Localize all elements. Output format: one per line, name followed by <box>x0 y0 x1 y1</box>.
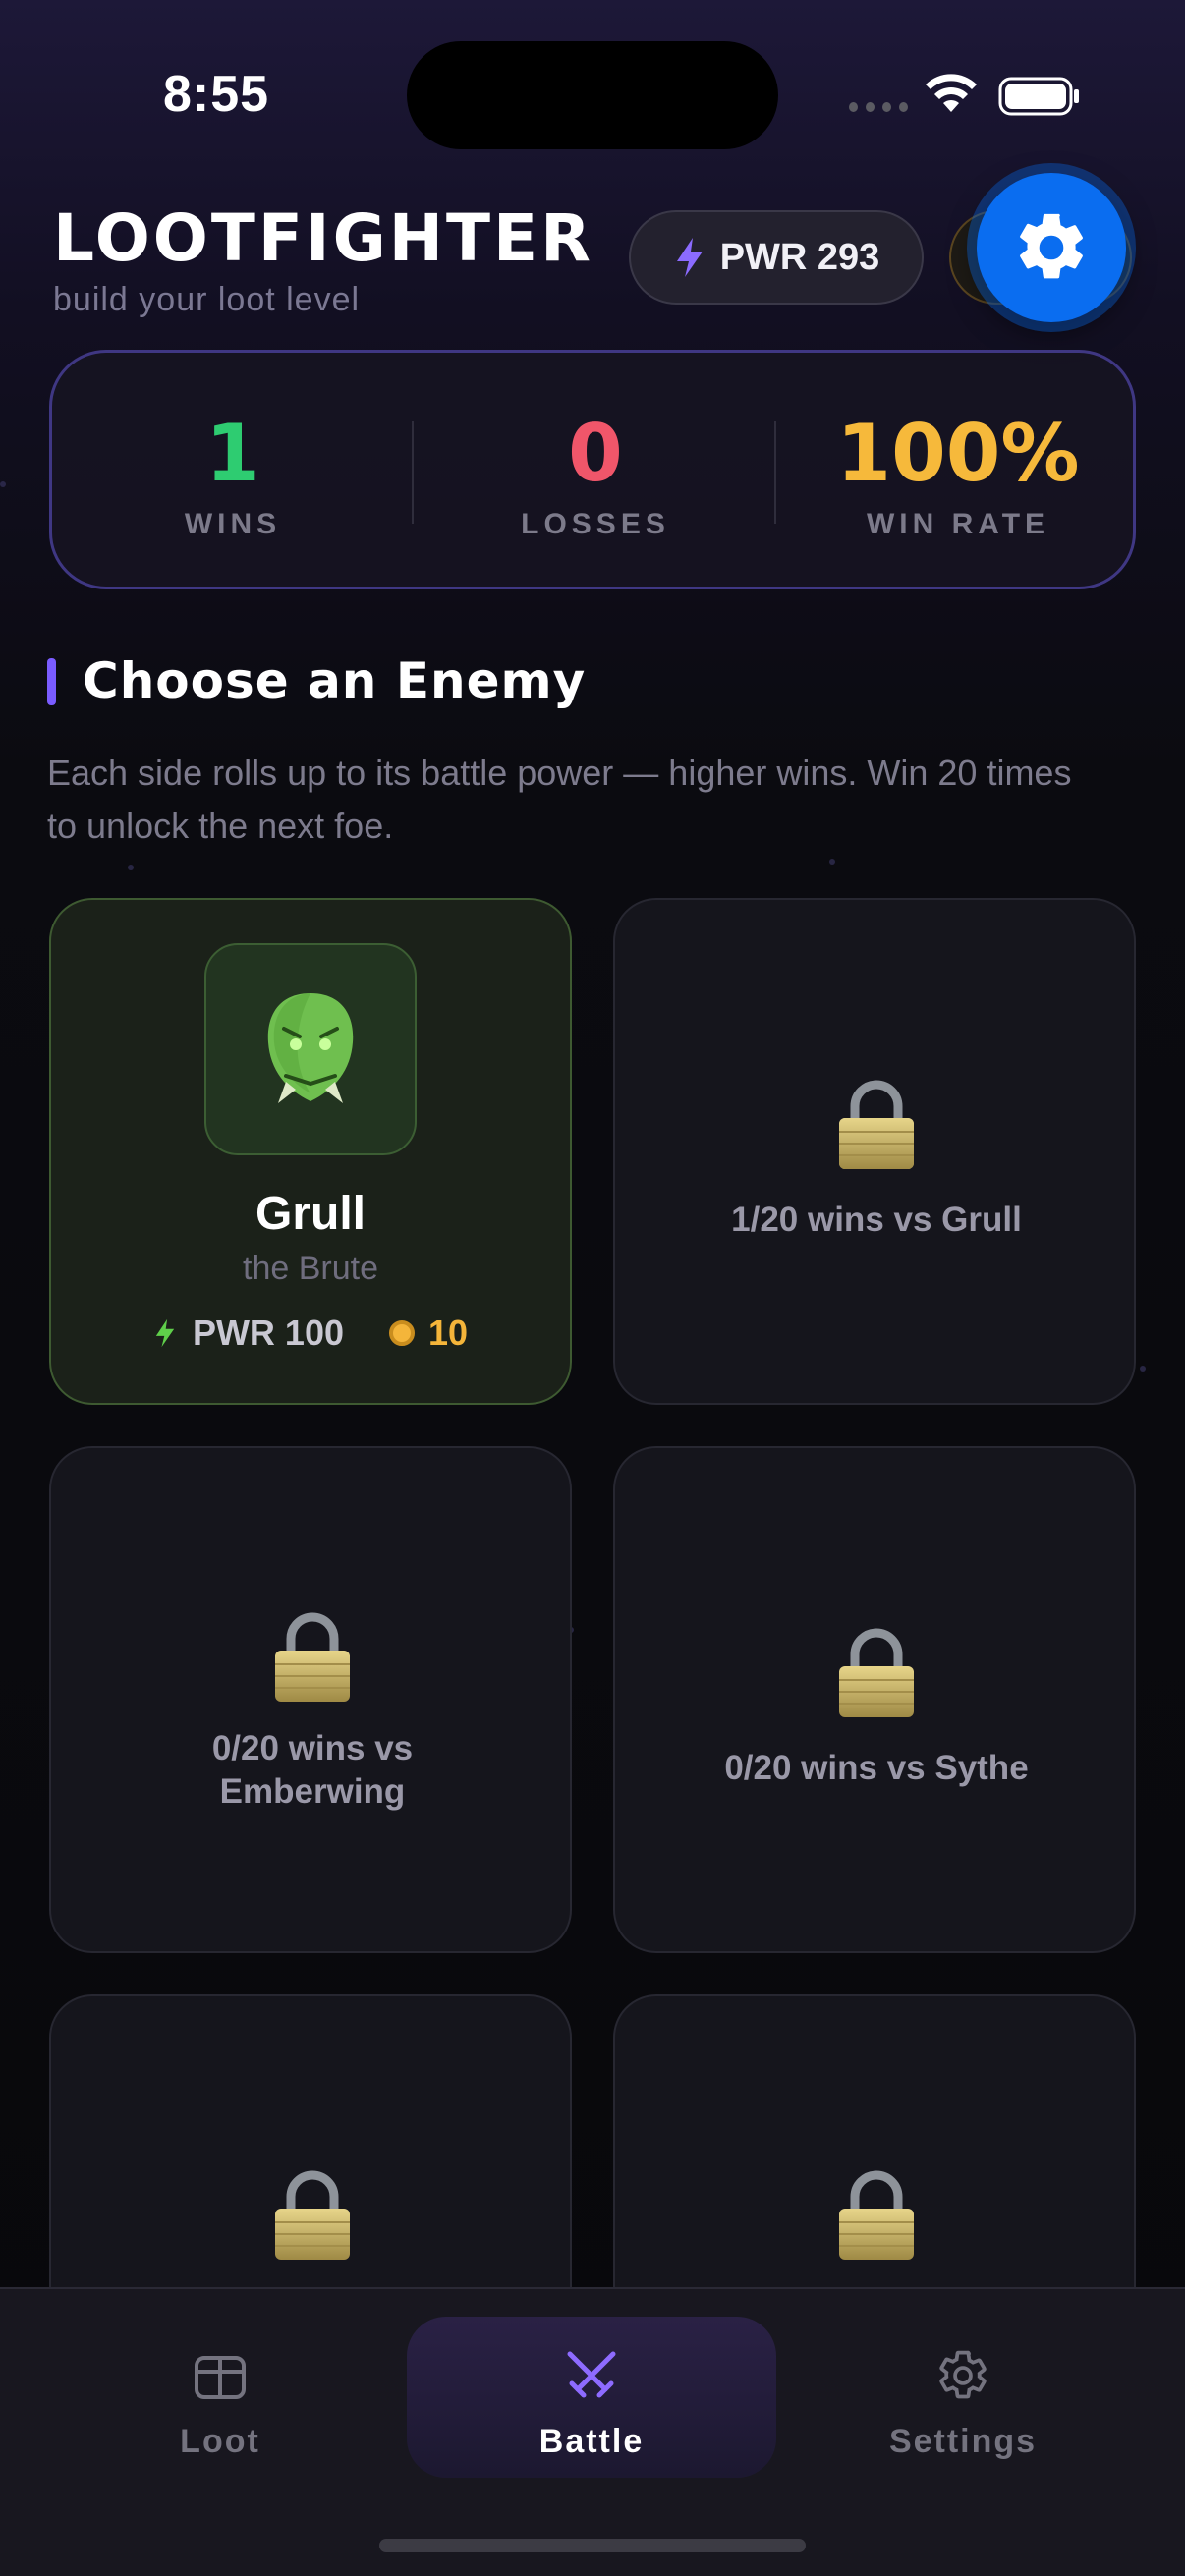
status-bar: 8:55 <box>0 0 1185 167</box>
background-speck <box>1140 1366 1146 1372</box>
losses-label: LOSSES <box>521 508 670 540</box>
wins-stat: 1 WINS <box>52 353 414 587</box>
background-speck <box>829 859 835 865</box>
lock-icon <box>275 2170 350 2260</box>
enemy-avatar <box>204 943 417 1155</box>
gear-icon <box>939 2350 987 2399</box>
win-rate-value: 100% <box>836 408 1080 499</box>
home-indicator[interactable] <box>379 2539 806 2552</box>
power-level-pill: PWR 293 <box>629 210 924 305</box>
wifi-icon <box>926 74 977 112</box>
background-speck <box>0 481 6 487</box>
gear-icon <box>1020 213 1083 279</box>
unlock-progress-text: 0/20 wins vs Sythe <box>724 1749 1029 1787</box>
crossed-swords-icon <box>567 2351 616 2398</box>
tab-battle[interactable]: Battle <box>407 2317 776 2478</box>
enemy-reward: 10 <box>389 1313 468 1354</box>
wins-label: WINS <box>184 508 282 540</box>
background-speck <box>128 865 134 870</box>
tab-label: Loot <box>180 2423 260 2460</box>
losses-stat: 0 LOSSES <box>415 353 776 587</box>
unlock-progress-text: 0/20 wins vs Emberwing <box>211 1729 414 1811</box>
enemy-card-locked[interactable]: 0/20 wins vs Sythe <box>613 1446 1136 1953</box>
dynamic-island <box>407 41 778 149</box>
lightning-bolt-icon <box>155 1318 175 1348</box>
enemy-title: the Brute <box>243 1250 378 1287</box>
battery-icon <box>998 77 1079 116</box>
enemy-stats: PWR 100 10 <box>51 1313 570 1354</box>
stat-divider <box>412 421 414 524</box>
wins-value: 1 <box>205 408 260 499</box>
lightning-bolt-icon <box>676 238 703 277</box>
coin-icon <box>389 1320 415 1346</box>
tab-label: Settings <box>888 2423 1038 2460</box>
win-rate-stat: 100% WIN RATE <box>777 353 1139 587</box>
settings-floating-button[interactable] <box>977 173 1126 322</box>
app-title: LOOTFIGHTER <box>53 200 593 276</box>
section-title: Choose an Enemy <box>83 652 587 709</box>
lock-icon <box>839 1628 914 1717</box>
tab-loot[interactable]: Loot <box>35 2317 405 2478</box>
enemy-power-value: PWR 100 <box>192 1313 344 1353</box>
tab-label: Battle <box>538 2423 645 2460</box>
enemy-power: PWR 100 <box>153 1313 344 1354</box>
battle-stats-card: 1 WINS 0 LOSSES 100% WIN RATE <box>49 350 1136 589</box>
enemy-card-locked[interactable]: 1/20 wins vs Grull <box>613 898 1136 1405</box>
app-subtitle: build your loot level <box>53 281 361 318</box>
power-level-value: PWR 293 <box>719 236 880 278</box>
goblin-icon <box>267 993 354 1103</box>
enemy-card-grull[interactable]: Grull the Brute PWR 100 10 <box>49 898 572 1405</box>
section-description: Each side rolls up to its battle power —… <box>47 753 1072 846</box>
lock-icon <box>839 2170 914 2260</box>
unlock-progress-text: 1/20 wins vs Grull <box>731 1201 1022 1239</box>
tab-settings[interactable]: Settings <box>778 2317 1148 2478</box>
stat-divider <box>774 421 776 524</box>
enemy-name: Grull <box>254 1188 366 1240</box>
status-time: 8:55 <box>163 66 270 123</box>
section-accent-bar <box>47 658 56 705</box>
cube-icon <box>195 2356 246 2399</box>
bottom-tab-bar: Loot Battle Settings <box>0 2287 1185 2576</box>
lock-icon <box>275 1612 350 1702</box>
enemy-card-locked[interactable]: 0/20 wins vs Emberwing <box>49 1446 572 1953</box>
losses-value: 0 <box>568 408 623 499</box>
lock-icon <box>839 1080 914 1169</box>
win-rate-label: WIN RATE <box>866 508 1050 540</box>
enemy-reward-value: 10 <box>428 1313 469 1353</box>
cellular-signal-icon <box>849 102 908 116</box>
